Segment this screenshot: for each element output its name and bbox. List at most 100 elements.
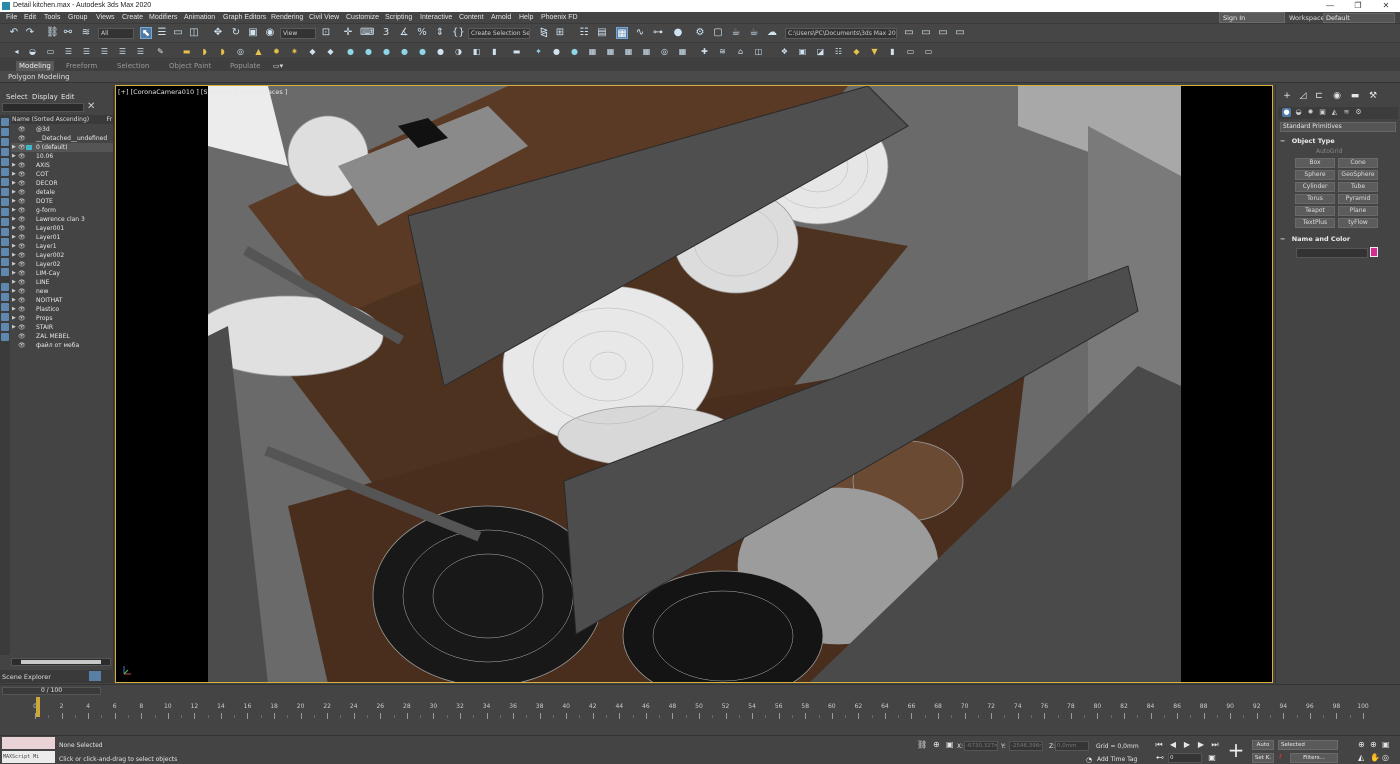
- zoom-extents-icon[interactable]: ▣: [1382, 740, 1390, 749]
- menu-scripting[interactable]: Scripting: [385, 14, 412, 21]
- rollout-toggle-icon[interactable]: −: [1280, 137, 1285, 145]
- filter-icon[interactable]: [1, 303, 9, 311]
- rotate-icon[interactable]: ↻: [230, 27, 242, 39]
- select-manipulate-icon[interactable]: ✛: [342, 27, 354, 39]
- selected-dropdown[interactable]: Selected: [1278, 740, 1338, 750]
- display-geometry-icon[interactable]: [1, 128, 9, 136]
- snaps-toggle-icon[interactable]: 3: [380, 27, 392, 39]
- toolbar2-icon-37[interactable]: ▦: [678, 47, 687, 56]
- torus-button[interactable]: Torus: [1295, 194, 1335, 204]
- toolbar2-icon-38[interactable]: ✚: [700, 47, 709, 56]
- display-containers-icon[interactable]: [1, 218, 9, 226]
- toolbar2-icon-30[interactable]: ●: [552, 47, 561, 56]
- toolbar2-icon-1[interactable]: ◂: [12, 47, 21, 56]
- menu-rendering[interactable]: Rendering: [271, 14, 303, 21]
- toggle-scene-explorer-icon[interactable]: ☷: [578, 27, 590, 39]
- expand-arrow-icon[interactable]: ▶: [12, 278, 16, 287]
- select-by-name-icon[interactable]: ☰: [156, 27, 168, 39]
- rollout-object-type[interactable]: − Object Type: [1280, 137, 1396, 147]
- expand-arrow-icon[interactable]: ▶: [12, 143, 16, 152]
- visibility-icon[interactable]: 👁: [18, 134, 26, 143]
- zoom-all-icon[interactable]: ⊕: [1370, 740, 1377, 749]
- spinner-snap-icon[interactable]: ⇕: [434, 27, 446, 39]
- clear-search-icon[interactable]: ✕: [87, 101, 95, 112]
- sphere-button[interactable]: Sphere: [1295, 170, 1335, 180]
- menu-help[interactable]: Help: [519, 14, 533, 21]
- toolbar2-icon-20[interactable]: ●: [364, 47, 373, 56]
- render-production-icon[interactable]: ☕: [730, 27, 742, 39]
- expand-arrow-icon[interactable]: ▶: [12, 233, 16, 242]
- sign-in-button[interactable]: Sign In: [1219, 12, 1285, 23]
- navigation-plus-icon[interactable]: +: [1226, 740, 1246, 760]
- toolbar2-icon-18[interactable]: ◆: [326, 47, 335, 56]
- toolbar2-icon-4[interactable]: ☰: [64, 47, 73, 56]
- scrollbar-thumb[interactable]: [21, 660, 101, 664]
- expand-arrow-icon[interactable]: ▶: [12, 296, 16, 305]
- toolbar2-icon-40[interactable]: ⌂: [736, 47, 745, 56]
- render-setup-icon[interactable]: ⚙: [694, 27, 706, 39]
- rollout-name-color[interactable]: − Name and Color: [1280, 235, 1396, 245]
- toolbar2-icon-16[interactable]: ✷: [290, 47, 299, 56]
- play-icon[interactable]: ▶: [1182, 740, 1192, 750]
- project-settings-icon[interactable]: ▭: [954, 27, 966, 39]
- orbit-icon[interactable]: ◎: [1382, 753, 1389, 762]
- display-lights-icon[interactable]: [1, 148, 9, 156]
- toolbar2-icon-35[interactable]: ▦: [642, 47, 651, 56]
- selection-filter-dropdown[interactable]: All: [98, 28, 134, 39]
- menu-group[interactable]: Group: [68, 14, 87, 21]
- layer-row[interactable]: ▶ 👁 NOITHAT: [11, 296, 113, 305]
- time-slider-marker[interactable]: [36, 697, 40, 717]
- set-key-button[interactable]: Set K.: [1252, 753, 1274, 763]
- ribbon-options-icon[interactable]: ▭▾: [270, 61, 286, 71]
- toolbar2-icon-22[interactable]: ●: [400, 47, 409, 56]
- toolbar2-icon-14[interactable]: ▲: [254, 47, 263, 56]
- scene-search-input[interactable]: [2, 103, 84, 112]
- auto-key-button[interactable]: Auto: [1252, 740, 1274, 750]
- primitive-category-dropdown[interactable]: Standard Primitives: [1280, 122, 1396, 132]
- cameras-icon[interactable]: ▣: [1318, 108, 1327, 117]
- layer-row[interactable]: ▶ 👁 Layer1: [11, 242, 113, 251]
- scene-menu-edit[interactable]: Edit: [61, 93, 75, 101]
- layer-row[interactable]: ▶ 👁 Props: [11, 314, 113, 323]
- time-tag-icon[interactable]: ◔: [1086, 756, 1092, 764]
- toolbar2-icon-8[interactable]: ☰: [136, 47, 145, 56]
- layer-row[interactable]: ▶ 👁 DECOR: [11, 179, 113, 188]
- toggle-layer-explorer-icon[interactable]: ▤: [596, 27, 608, 39]
- visibility-icon[interactable]: 👁: [18, 170, 26, 179]
- display-all-icon[interactable]: [1, 248, 9, 256]
- visibility-icon[interactable]: 👁: [18, 188, 26, 197]
- toolbar2-icon-39[interactable]: ≋: [718, 47, 727, 56]
- filters-button[interactable]: Filters...: [1290, 753, 1338, 763]
- expand-arrow-icon[interactable]: ▶: [12, 170, 16, 179]
- maximize-button[interactable]: ❐: [1344, 0, 1372, 12]
- visibility-icon[interactable]: 👁: [18, 179, 26, 188]
- expand-arrow-icon[interactable]: ▶: [12, 224, 16, 233]
- layer-row[interactable]: ▶ 👁 Layer002: [11, 251, 113, 260]
- display-frozen-icon[interactable]: [1, 228, 9, 236]
- expand-arrow-icon[interactable]: ▶: [12, 260, 16, 269]
- cone-button[interactable]: Cone: [1338, 158, 1378, 168]
- spacewarps-icon[interactable]: ≋: [1342, 108, 1351, 117]
- render-in-cloud-icon[interactable]: ☁: [766, 27, 778, 39]
- geosphere-button[interactable]: GeoSphere: [1338, 170, 1378, 180]
- project-folder-dropdown[interactable]: C:\Users\PC\Documents\3ds Max 2020: [785, 28, 897, 39]
- expand-arrow-icon[interactable]: ▶: [12, 215, 16, 224]
- z-coordinate-field[interactable]: 0,0mm: [1055, 741, 1089, 751]
- visibility-icon[interactable]: 👁: [18, 206, 26, 215]
- layer-row[interactable]: ▶ 👁 Layer01: [11, 233, 113, 242]
- display-cameras-icon[interactable]: [1, 158, 9, 166]
- layer-row[interactable]: 👁 ZAL MEBEL: [11, 332, 113, 341]
- toolbar2-icon-21[interactable]: ●: [382, 47, 391, 56]
- geometry-icon[interactable]: ●: [1282, 108, 1291, 117]
- viewport-label[interactable]: [+] [CoronaCamera010 ] [Standard ] [Edge…: [118, 88, 287, 96]
- tab-freeform[interactable]: Freeform: [63, 61, 100, 71]
- toolbar2-icon-43[interactable]: ▣: [798, 47, 807, 56]
- undo-icon[interactable]: ↶: [8, 27, 20, 39]
- layer-row[interactable]: ▶ 👁 Lawrence clan 3: [11, 215, 113, 224]
- expand-arrow-icon[interactable]: ▶: [12, 314, 16, 323]
- menu-tools[interactable]: Tools: [44, 14, 60, 21]
- menu-arnold[interactable]: Arnold: [491, 14, 511, 21]
- goto-start-icon[interactable]: ⏮: [1154, 740, 1164, 750]
- time-configuration-icon[interactable]: ▣: [1207, 753, 1217, 763]
- menu-file[interactable]: File: [6, 14, 17, 21]
